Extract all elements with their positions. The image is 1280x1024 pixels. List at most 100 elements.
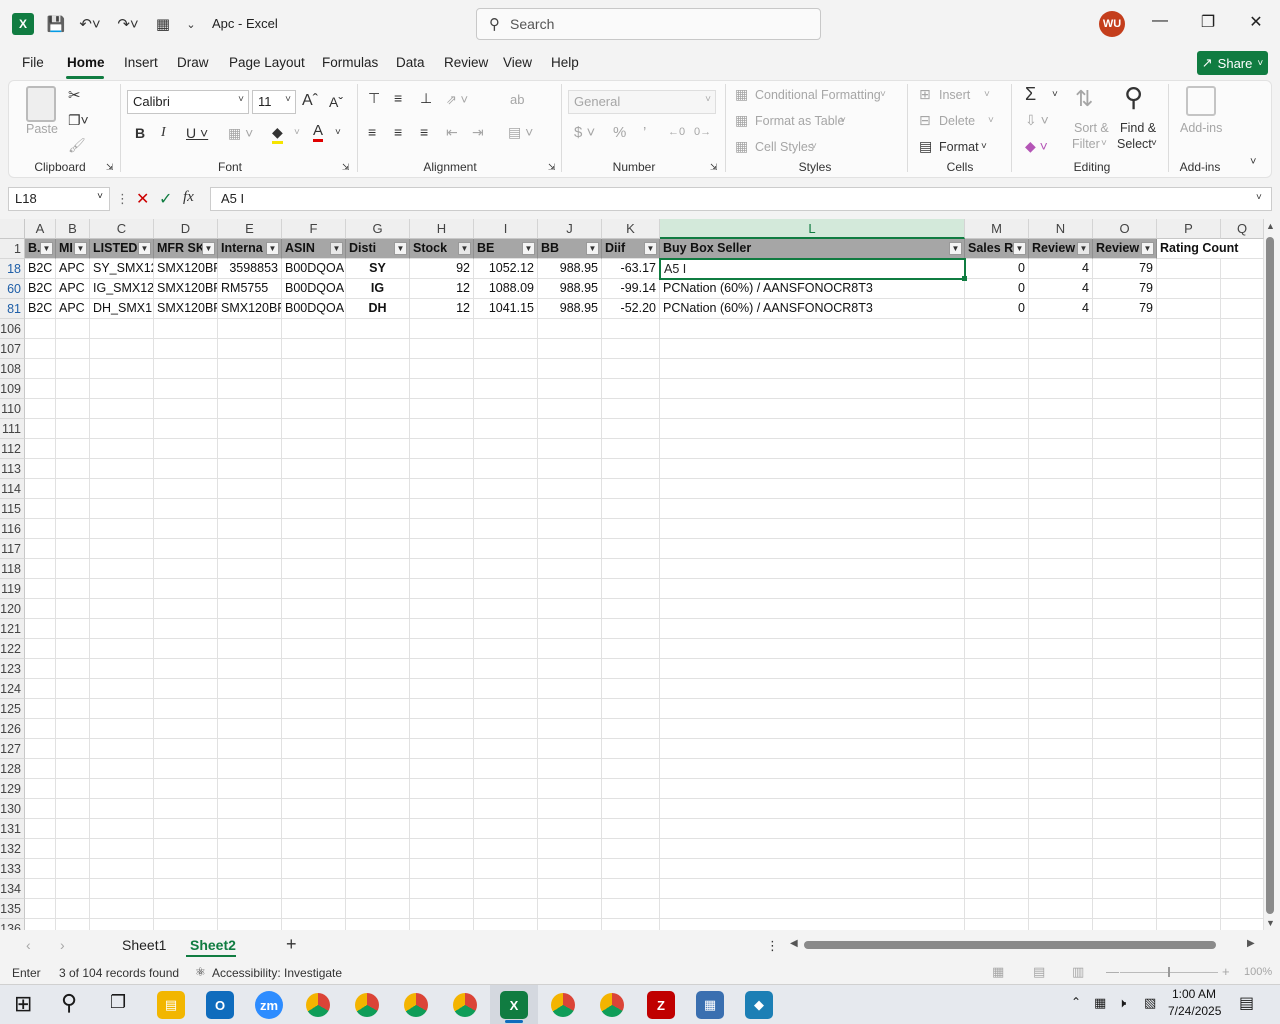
bold-icon[interactable]: B	[135, 125, 145, 141]
table-cell[interactable]: B00DQOA	[282, 259, 346, 279]
row-header[interactable]: 130	[0, 799, 25, 819]
empty-cell[interactable]	[218, 599, 282, 619]
empty-cell[interactable]	[90, 659, 154, 679]
empty-cell[interactable]	[1221, 739, 1264, 759]
empty-cell[interactable]	[474, 659, 538, 679]
table-header-cell[interactable]: Disti ▼	[346, 239, 410, 259]
empty-cell[interactable]	[25, 459, 56, 479]
page-break-view-icon[interactable]: ▥	[1072, 964, 1084, 980]
empty-cell[interactable]	[538, 759, 602, 779]
empty-cell[interactable]	[154, 499, 218, 519]
empty-cell[interactable]	[410, 799, 474, 819]
column-header-d[interactable]: D	[154, 219, 218, 239]
empty-cell[interactable]	[1093, 739, 1157, 759]
empty-cell[interactable]	[538, 699, 602, 719]
empty-cell[interactable]	[218, 319, 282, 339]
empty-cell[interactable]	[346, 779, 410, 799]
number-launcher-icon[interactable]: ⇲	[710, 162, 718, 173]
table-cell[interactable]: 0	[965, 299, 1029, 319]
column-header-p[interactable]: P	[1157, 219, 1221, 239]
empty-cell[interactable]	[1029, 439, 1093, 459]
empty-cell[interactable]	[1221, 859, 1264, 879]
comma-icon[interactable]: ’	[643, 124, 646, 141]
empty-cell[interactable]	[154, 859, 218, 879]
row-header[interactable]: 116	[0, 519, 25, 539]
table-cell[interactable]: SY	[346, 259, 410, 279]
table-cell[interactable]: 988.95	[538, 279, 602, 299]
empty-cell[interactable]	[1093, 679, 1157, 699]
empty-cell[interactable]	[154, 579, 218, 599]
empty-cell[interactable]	[90, 579, 154, 599]
empty-cell[interactable]	[154, 619, 218, 639]
notifications-icon[interactable]: ▤	[1239, 993, 1254, 1013]
empty-cell[interactable]	[602, 879, 660, 899]
prev-sheet-icon[interactable]: ‹	[26, 937, 31, 953]
empty-cell[interactable]	[538, 539, 602, 559]
empty-cell[interactable]	[1157, 779, 1221, 799]
empty-cell[interactable]	[1157, 659, 1221, 679]
empty-cell[interactable]	[154, 699, 218, 719]
empty-cell[interactable]	[1093, 419, 1157, 439]
empty-cell[interactable]	[474, 759, 538, 779]
empty-cell[interactable]	[660, 859, 965, 879]
empty-cell[interactable]	[218, 739, 282, 759]
empty-cell[interactable]	[660, 539, 965, 559]
empty-cell[interactable]	[410, 519, 474, 539]
empty-cell[interactable]	[56, 379, 90, 399]
empty-cell[interactable]	[90, 699, 154, 719]
empty-cell[interactable]	[602, 899, 660, 919]
empty-cell[interactable]	[965, 499, 1029, 519]
empty-cell[interactable]	[90, 619, 154, 639]
empty-cell[interactable]	[602, 759, 660, 779]
table-cell[interactable]: 12	[410, 279, 474, 299]
empty-cell[interactable]	[1029, 579, 1093, 599]
empty-cell[interactable]	[25, 799, 56, 819]
empty-cell[interactable]	[25, 859, 56, 879]
empty-cell[interactable]	[1221, 779, 1264, 799]
empty-cell[interactable]	[602, 659, 660, 679]
empty-cell[interactable]	[474, 379, 538, 399]
tab-file[interactable]: File	[22, 55, 44, 70]
empty-cell[interactable]	[56, 659, 90, 679]
empty-cell[interactable]	[218, 639, 282, 659]
empty-cell[interactable]	[1093, 919, 1157, 930]
empty-cell[interactable]	[410, 639, 474, 659]
filter-dropdown-icon[interactable]: ▼	[40, 242, 53, 255]
empty-cell[interactable]	[90, 779, 154, 799]
sort-filter-label-1[interactable]: Sort &	[1074, 121, 1109, 135]
empty-cell[interactable]	[474, 339, 538, 359]
empty-cell[interactable]	[25, 519, 56, 539]
empty-cell[interactable]	[56, 619, 90, 639]
tab-help[interactable]: Help	[551, 55, 579, 70]
empty-cell[interactable]	[1029, 739, 1093, 759]
empty-cell[interactable]	[410, 379, 474, 399]
chevron-down-icon[interactable]: ˅	[335, 127, 341, 138]
empty-cell[interactable]	[218, 539, 282, 559]
empty-cell[interactable]	[602, 459, 660, 479]
filter-dropdown-icon[interactable]: ▼	[949, 242, 962, 255]
filter-dropdown-icon[interactable]: ▼	[522, 242, 535, 255]
empty-cell[interactable]	[1157, 859, 1221, 879]
empty-cell[interactable]	[410, 779, 474, 799]
empty-cell[interactable]	[346, 499, 410, 519]
empty-cell[interactable]	[660, 759, 965, 779]
empty-cell[interactable]	[56, 799, 90, 819]
empty-cell[interactable]	[1157, 559, 1221, 579]
empty-cell[interactable]	[346, 439, 410, 459]
empty-cell[interactable]	[602, 539, 660, 559]
table-cell[interactable]: 4	[1029, 259, 1093, 279]
empty-cell[interactable]	[602, 779, 660, 799]
empty-cell[interactable]	[602, 559, 660, 579]
row-header[interactable]: 117	[0, 539, 25, 559]
table-cell[interactable]: -52.20	[602, 299, 660, 319]
empty-cell[interactable]	[56, 479, 90, 499]
empty-cell[interactable]	[346, 799, 410, 819]
row-header[interactable]: 107	[0, 339, 25, 359]
empty-cell[interactable]	[410, 739, 474, 759]
empty-cell[interactable]	[218, 359, 282, 379]
empty-cell[interactable]	[154, 739, 218, 759]
empty-cell[interactable]	[1221, 919, 1264, 930]
empty-cell[interactable]	[1221, 599, 1264, 619]
empty-cell[interactable]	[154, 779, 218, 799]
empty-cell[interactable]	[56, 319, 90, 339]
